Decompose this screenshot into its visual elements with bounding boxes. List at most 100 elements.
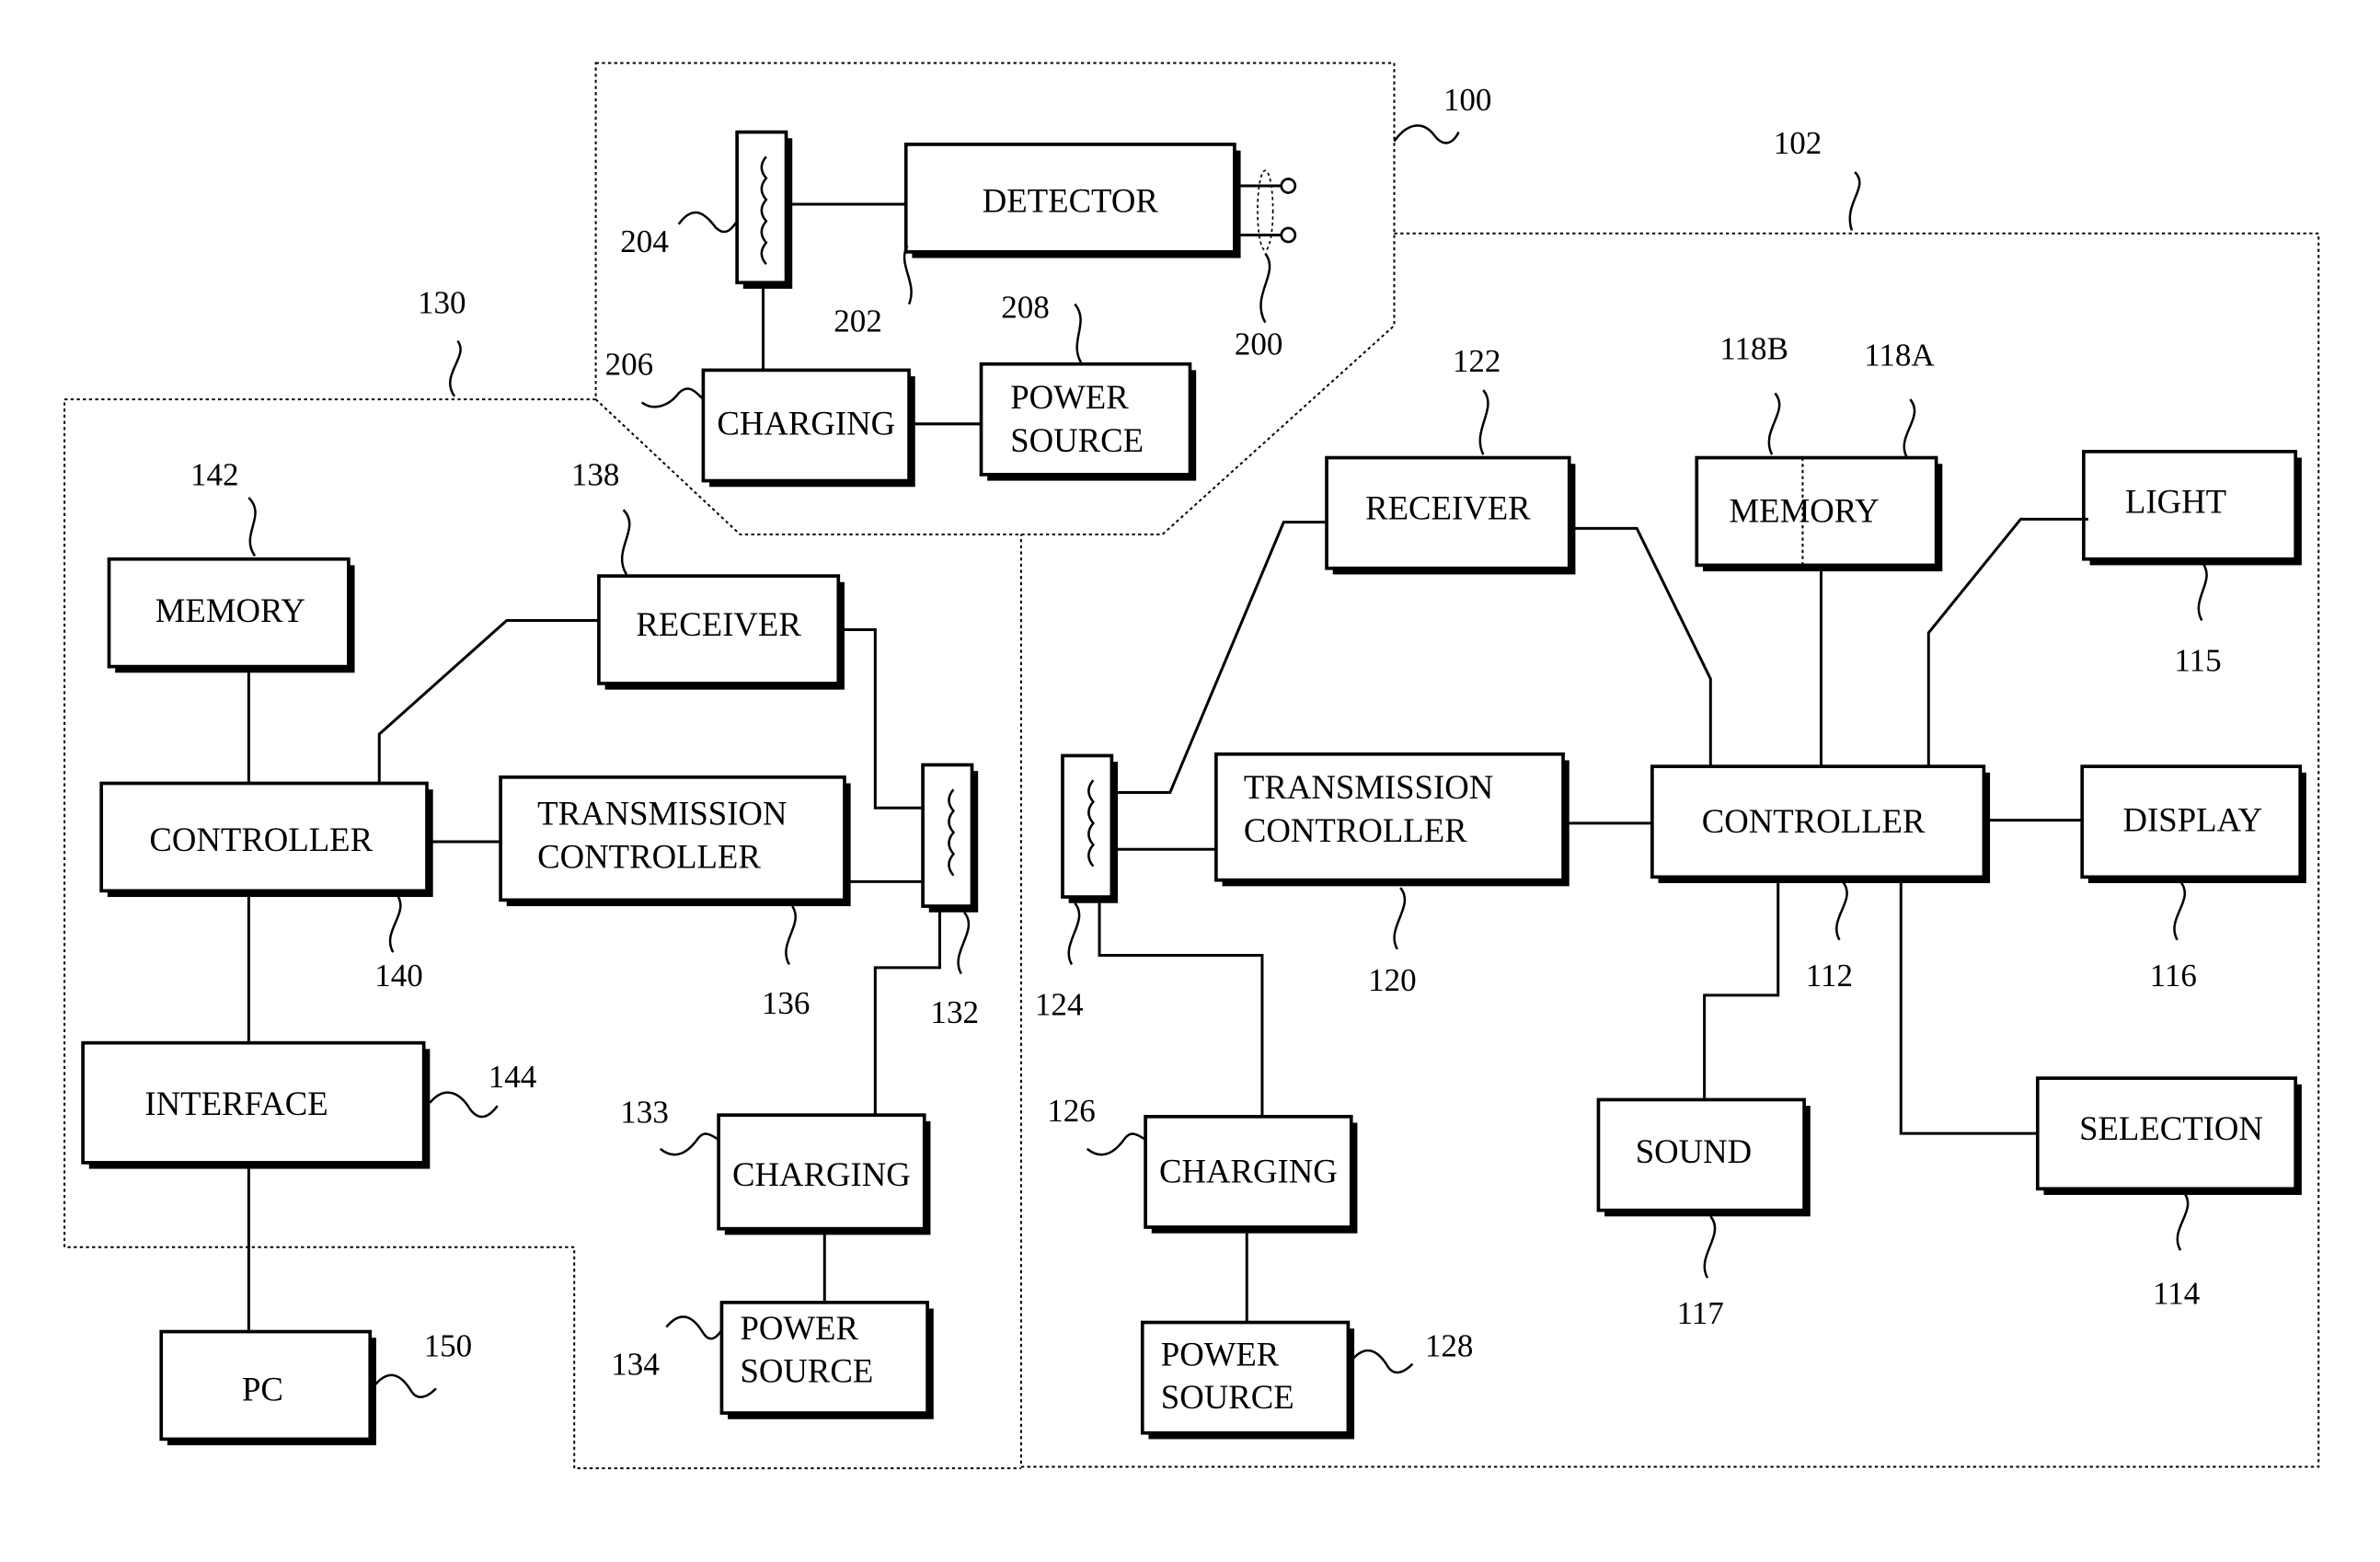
txctrl-120-line2: CONTROLLER	[1244, 811, 1467, 849]
power-128-block: POWER SOURCE	[1140, 1320, 1355, 1440]
power-208-block: POWER SOURCE	[979, 362, 1197, 481]
display-116-label: DISPLAY	[2123, 800, 2263, 838]
leader-117	[1703, 1215, 1717, 1279]
ref-116: 116	[2150, 958, 2197, 993]
receiver-122-label: RECEIVER	[1365, 488, 1531, 526]
ref-120: 120	[1368, 962, 1417, 998]
charging-133-block: CHARGING	[717, 1113, 931, 1235]
charging-126-block: CHARGING	[1144, 1114, 1358, 1234]
selection-114-block: SELECTION	[2035, 1076, 2302, 1195]
ref-114: 114	[2153, 1275, 2200, 1311]
sound-117-label: SOUND	[1636, 1132, 1752, 1170]
charging-133-label: CHARGING	[732, 1155, 911, 1193]
ref-204: 204	[620, 224, 669, 259]
pc-150-block: PC	[159, 1329, 376, 1446]
leader-128	[1350, 1349, 1414, 1374]
display-116-block: DISPLAY	[2080, 764, 2306, 884]
ref-132: 132	[930, 994, 979, 1030]
light-115-label: LIGHT	[2125, 483, 2226, 521]
wire-receiver122-controller112	[1572, 526, 1712, 767]
ref-133: 133	[620, 1094, 669, 1130]
ref-124: 124	[1035, 987, 1084, 1023]
detector-terminals	[1237, 169, 1297, 251]
ref-128: 128	[1425, 1327, 1474, 1363]
leader-124	[1067, 902, 1081, 966]
controller-140-block: CONTROLLER	[99, 781, 433, 898]
ref-200: 200	[1235, 327, 1283, 362]
leader-208	[1074, 303, 1083, 363]
leader-120	[1393, 887, 1407, 950]
ref-144: 144	[489, 1059, 537, 1095]
power-208-line2: SOURCE	[1010, 421, 1144, 459]
block-diagram: 100 102 130 204 DETECTOR 202 200 CHARGIN…	[63, 62, 2320, 1470]
wire-coil124-charging126	[1098, 902, 1264, 1117]
interface-144-label: INTERFACE	[144, 1085, 328, 1122]
txctrl-120-block: TRANSMISSION CONTROLLER	[1214, 752, 1569, 887]
wire-coil124-receiver122	[1111, 521, 1328, 795]
ref-134: 134	[611, 1346, 660, 1382]
wire-light115-controller112	[1926, 517, 2088, 767]
sound-117-block: SOUND	[1596, 1097, 1811, 1217]
pc-150-label: PC	[242, 1371, 283, 1408]
power-134-block: POWER SOURCE	[719, 1300, 934, 1419]
ref-140: 140	[374, 958, 423, 993]
leader-132	[957, 911, 971, 975]
region-130-ref: 130	[418, 285, 466, 321]
wire-controller112-selection114	[1899, 877, 2038, 1135]
leader-144	[429, 1091, 499, 1119]
leader-122	[1478, 389, 1489, 455]
wire-controller140-receiver138	[377, 619, 599, 784]
leader-142	[247, 497, 257, 557]
ref-118b: 118B	[1719, 331, 1788, 367]
leader-200	[1259, 252, 1271, 324]
power-134-line1: POWER	[740, 1309, 858, 1347]
leader-126	[1086, 1132, 1146, 1156]
leader-114	[2176, 1190, 2190, 1251]
leader-134	[665, 1315, 723, 1340]
ref-115: 115	[2174, 643, 2221, 679]
selection-114-label: SELECTION	[2079, 1109, 2263, 1147]
controller-140-label: CONTROLLER	[149, 821, 373, 858]
ref-208: 208	[1001, 290, 1050, 326]
ref-136: 136	[762, 985, 811, 1021]
memory-142-label: MEMORY	[155, 591, 305, 629]
receiver-138-block: RECEIVER	[597, 574, 845, 690]
ref-122: 122	[1453, 343, 1501, 379]
coil-204	[735, 130, 793, 289]
txctrl-136-line2: CONTROLLER	[537, 837, 761, 875]
region-102-ref: 102	[1774, 125, 1822, 161]
memory-118-label: MEMORY	[1730, 492, 1880, 530]
power-134-line2: SOURCE	[740, 1352, 873, 1390]
detector-label: DETECTOR	[983, 181, 1159, 219]
region-130-leader	[449, 339, 462, 397]
leader-112	[1835, 880, 1848, 941]
ref-202: 202	[834, 304, 882, 339]
charging-206-block: CHARGING	[701, 368, 915, 488]
interface-144-block: INTERFACE	[81, 1040, 431, 1169]
coil-124	[1061, 753, 1119, 903]
leader-140	[388, 892, 402, 953]
memory-118-block: MEMORY	[1695, 455, 1943, 572]
ref-118a: 118A	[1864, 337, 1935, 373]
txctrl-136-block: TRANSMISSION CONTROLLER	[499, 775, 851, 907]
terminal-icon	[1280, 178, 1297, 194]
receiver-122-block: RECEIVER	[1325, 455, 1576, 575]
detector-block: DETECTOR	[903, 143, 1241, 258]
ref-126: 126	[1047, 1093, 1096, 1129]
ref-150: 150	[424, 1327, 473, 1363]
leader-206	[640, 387, 705, 408]
charging-206-label: CHARGING	[717, 404, 895, 442]
leader-133	[659, 1132, 719, 1156]
light-115-block: LIGHT	[2082, 450, 2302, 566]
leader-118a	[1903, 398, 1916, 459]
terminal-icon	[1280, 226, 1297, 244]
region-102-leader	[1848, 171, 1861, 231]
leader-136	[785, 905, 797, 966]
ref-206: 206	[605, 346, 654, 382]
txctrl-120-line1: TRANSMISSION	[1244, 768, 1493, 806]
ref-142: 142	[190, 457, 239, 493]
leader-202	[903, 245, 913, 305]
region-100-leader	[1393, 124, 1460, 144]
leader-116	[2173, 880, 2187, 941]
controller-112-label: CONTROLLER	[1702, 802, 1926, 840]
